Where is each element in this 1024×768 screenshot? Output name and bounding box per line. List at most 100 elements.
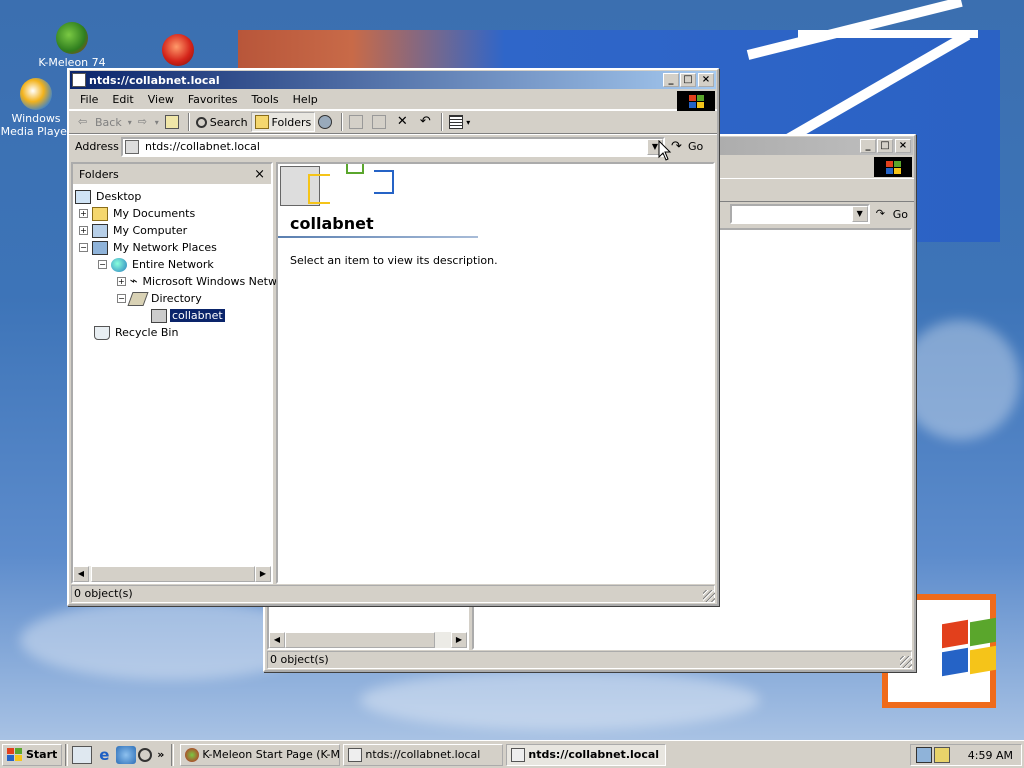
tree-item-entire-network[interactable]: − Entire Network	[73, 256, 271, 273]
tree-item-desktop[interactable]: Desktop	[73, 188, 271, 205]
go-button[interactable]: ↷ Go	[671, 139, 703, 154]
outlook-express-icon[interactable]	[116, 745, 137, 764]
internet-explorer-icon[interactable]: e	[94, 746, 114, 764]
content-title: collabnet	[290, 214, 374, 233]
back-status-bar: 0 object(s)	[267, 651, 912, 669]
collapse-icon[interactable]: −	[98, 260, 107, 269]
windows-throbber-icon	[677, 91, 715, 111]
scroll-right-arrow[interactable]: ▶	[451, 632, 467, 648]
media-player-icon	[20, 78, 52, 110]
folders-horizontal-scrollbar[interactable]: ◀ ▶	[73, 566, 271, 582]
task-k-meleon[interactable]: K-Meleon Start Page (K-M...	[180, 743, 341, 766]
taskbar: Start e » K-Meleon Start Page (K-M... nt…	[0, 740, 1024, 768]
expand-icon[interactable]: +	[117, 277, 126, 286]
menu-file[interactable]: File	[73, 92, 105, 107]
delete-button[interactable]: ✕	[392, 112, 415, 132]
network-connection-icon[interactable]	[915, 747, 932, 763]
tree-item-my-documents[interactable]: + My Documents	[73, 205, 271, 222]
history-button[interactable]	[315, 112, 338, 132]
more-quicklaunch-icon[interactable]: »	[157, 748, 164, 761]
network-folder-icon	[511, 747, 526, 762]
network-folder-icon	[72, 73, 86, 87]
maximize-button[interactable]: □	[680, 73, 696, 87]
up-folder-button[interactable]	[162, 112, 185, 132]
menu-tools[interactable]: Tools	[245, 92, 286, 107]
k-meleon-icon	[185, 747, 200, 762]
folders-pane-title: Folders	[79, 167, 119, 181]
tray-app-icon[interactable]	[933, 747, 950, 763]
scroll-left-arrow[interactable]: ◀	[269, 632, 285, 648]
back-horizontal-scrollbar[interactable]: ◀ ▶	[269, 632, 467, 648]
decor-frame-green	[346, 164, 364, 174]
maximize-button[interactable]: □	[877, 139, 893, 153]
menu-view[interactable]: View	[141, 92, 181, 107]
move-to-button[interactable]	[346, 112, 369, 132]
copy-to-button[interactable]	[369, 112, 392, 132]
back-dropdown-icon[interactable]: ▾	[128, 118, 132, 127]
close-button[interactable]: ×	[895, 139, 911, 153]
scroll-left-arrow[interactable]: ◀	[73, 566, 89, 582]
desktop-icon-k-meleon[interactable]: K-Meleon 74	[36, 22, 108, 69]
task-ntds-window-1[interactable]: ntds://collabnet.local	[343, 743, 504, 766]
address-dropdown-button[interactable]: ▼	[851, 206, 868, 222]
address-input[interactable]: ntds://collabnet.local ▼	[121, 136, 665, 157]
start-button[interactable]: Start	[2, 743, 63, 766]
minimize-button[interactable]: _	[663, 73, 679, 87]
tree-item-my-computer[interactable]: + My Computer	[73, 222, 271, 239]
move-to-icon	[349, 115, 364, 129]
search-button[interactable]: Search	[193, 112, 251, 132]
history-icon	[318, 115, 333, 129]
desktop-icon-media-player[interactable]: Windows Media Player	[0, 78, 72, 138]
show-desktop-icon[interactable]	[72, 745, 93, 764]
search-computer-icon[interactable]	[138, 747, 153, 762]
network-cable-icon: ⌁	[129, 273, 138, 289]
collapse-icon[interactable]: −	[79, 243, 88, 252]
menu-favorites[interactable]: Favorites	[181, 92, 245, 107]
menu-bar: File Edit View Favorites Tools Help	[69, 90, 717, 111]
scroll-right-arrow[interactable]: ▶	[255, 566, 271, 582]
tree-item-my-network-places[interactable]: − My Network Places	[73, 239, 271, 256]
menu-edit[interactable]: Edit	[105, 92, 140, 107]
expand-icon[interactable]: +	[79, 226, 88, 235]
decor-frame-blue	[374, 170, 394, 194]
scroll-thumb[interactable]	[91, 566, 255, 582]
tree-item-microsoft-windows-network[interactable]: + ⌁ Microsoft Windows Network	[73, 273, 295, 290]
back-address-box[interactable]: ▼	[729, 204, 870, 224]
minimize-button[interactable]: _	[860, 139, 876, 153]
views-button[interactable]: ▾	[446, 112, 473, 132]
expand-icon[interactable]: +	[79, 209, 88, 218]
forward-dropdown-icon[interactable]: ▾	[155, 118, 159, 127]
back-go-button[interactable]: ↷ Go	[876, 207, 908, 221]
tree-item-directory[interactable]: − Directory	[73, 290, 271, 307]
tree-item-recycle-bin[interactable]: Recycle Bin	[73, 324, 271, 341]
window-title: ntds://collabnet.local	[89, 73, 220, 87]
back-arrow-icon: ⇦	[78, 115, 88, 128]
folders-pane-close-button[interactable]: ×	[254, 167, 265, 182]
back-button[interactable]: ⇦ Back ▾	[75, 112, 135, 132]
task-ntds-window-2[interactable]: ntds://collabnet.local	[506, 743, 667, 766]
content-pane: collabnet Select an item to view its des…	[276, 162, 715, 584]
window-titlebar[interactable]: ntds://collabnet.local _ □ ×	[70, 71, 716, 89]
network-folder-icon	[348, 747, 363, 762]
undo-button[interactable]: ↶	[415, 112, 438, 132]
undo-icon: ↶	[419, 114, 431, 129]
menu-help[interactable]: Help	[286, 92, 325, 107]
address-label: Address	[75, 140, 119, 153]
desktop-icon-red-app[interactable]	[142, 34, 214, 68]
address-bar: Address ntds://collabnet.local ▼ ↷ Go	[69, 134, 717, 158]
resize-grip[interactable]	[703, 590, 715, 602]
folder-tree: Desktop + My Documents + My Computer − M…	[73, 184, 295, 341]
clock[interactable]: 4:59 AM	[968, 749, 1013, 762]
scroll-thumb[interactable]	[285, 632, 435, 648]
forward-button[interactable]: ⇨ ▾	[135, 112, 162, 132]
system-tray: 4:59 AM	[910, 744, 1022, 766]
views-dropdown-icon[interactable]: ▾	[466, 118, 470, 127]
explorer-window[interactable]: ntds://collabnet.local _ □ × File Edit V…	[67, 68, 719, 606]
folders-button[interactable]: Folders	[250, 112, 316, 132]
resize-grip[interactable]	[900, 656, 912, 668]
collapse-icon[interactable]: −	[117, 294, 126, 303]
close-button[interactable]: ×	[698, 73, 714, 87]
k-meleon-icon	[56, 22, 88, 54]
windows-flag-icon	[7, 747, 23, 762]
tree-item-collabnet[interactable]: collabnet	[73, 307, 271, 324]
